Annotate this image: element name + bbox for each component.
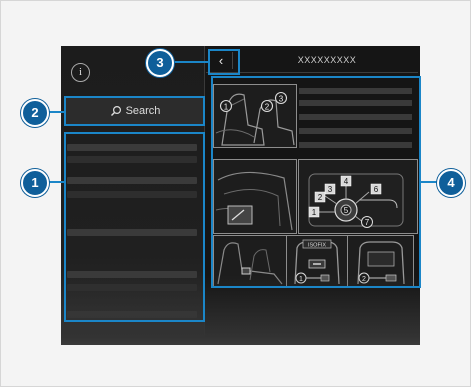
info-icon[interactable]: i bbox=[71, 63, 90, 82]
callout-leader-3 bbox=[172, 61, 209, 63]
callout-badge-1: 1 bbox=[21, 169, 49, 197]
callout-badge-3: 3 bbox=[146, 49, 174, 77]
callout-box-2 bbox=[64, 96, 205, 126]
callout-badge-4: 4 bbox=[437, 169, 465, 197]
page-title: XXXXXXXXX bbox=[297, 55, 357, 65]
callout-badge-2: 2 bbox=[21, 99, 49, 127]
callout-box-3 bbox=[208, 49, 240, 75]
callout-box-4 bbox=[211, 76, 421, 288]
callout-box-1 bbox=[64, 132, 205, 322]
figure-frame: i Search ‹ XXXXXXXXX 1 2 3 4 3 2 6 1 5 7… bbox=[0, 0, 471, 387]
